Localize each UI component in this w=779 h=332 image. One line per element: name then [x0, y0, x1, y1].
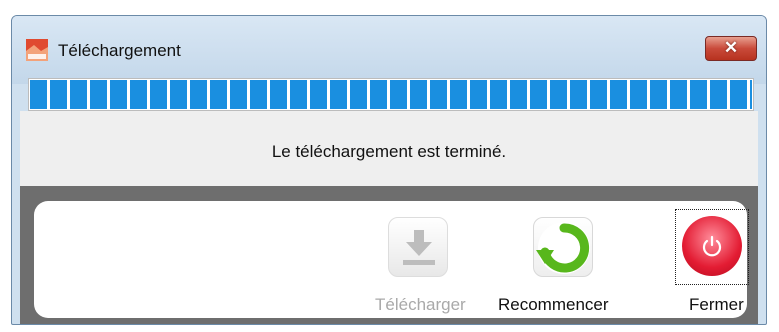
download-dialog: Téléchargement ✕ Le téléchargement est t… [11, 15, 767, 325]
restart-button[interactable]: Recommencer [488, 201, 638, 318]
app-logo-icon [26, 39, 48, 61]
download-button[interactable]: Télécharger [365, 201, 475, 318]
download-label: Télécharger [375, 295, 466, 314]
status-area: Le téléchargement est terminé. [20, 111, 758, 193]
title-bar[interactable]: Téléchargement ✕ [12, 16, 766, 84]
window-title: Téléchargement [58, 41, 181, 60]
close-label: Fermer [689, 295, 744, 314]
status-message: Le téléchargement est terminé. [271, 142, 507, 161]
focus-ring [675, 209, 749, 285]
power-icon [682, 216, 742, 276]
restart-label: Recommencer [498, 295, 609, 314]
close-action-button[interactable]: Fermer [675, 201, 749, 318]
action-area: Télécharger Recommencer Fermer [20, 186, 758, 324]
progress-fill [30, 80, 752, 109]
download-icon [388, 217, 448, 277]
progress-bar [28, 78, 754, 111]
restart-arrow-icon [533, 217, 593, 277]
close-icon: ✕ [723, 38, 739, 57]
action-panel: Télécharger Recommencer Fermer [34, 201, 749, 318]
close-button[interactable]: ✕ [705, 36, 757, 61]
